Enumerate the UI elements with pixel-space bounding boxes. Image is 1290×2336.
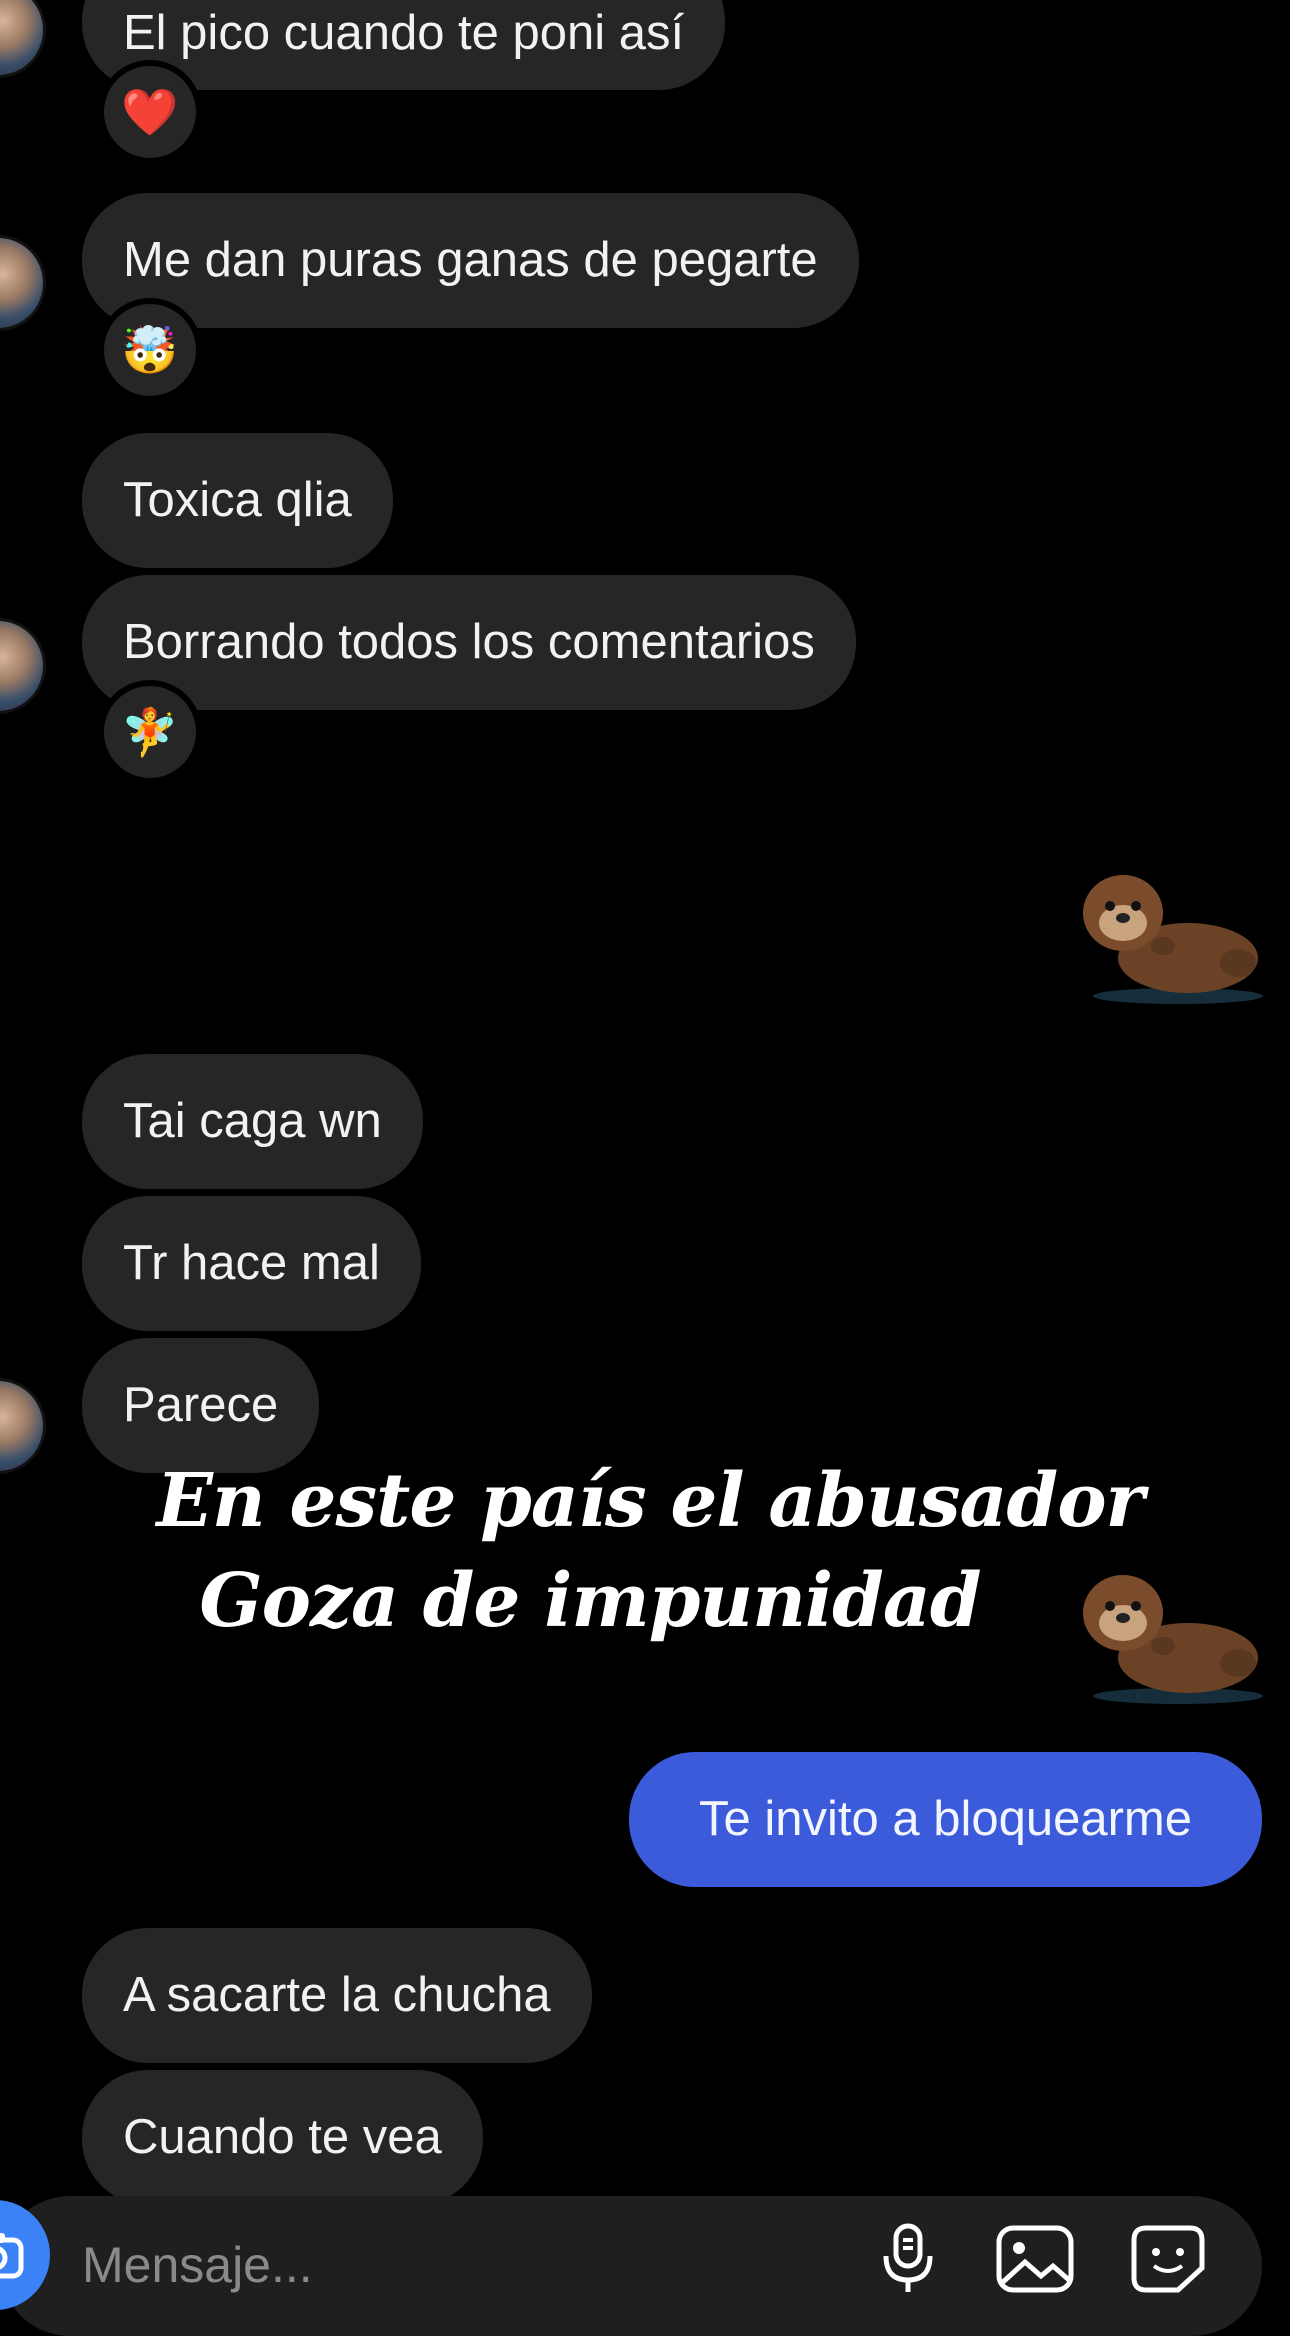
contact-avatar[interactable] [0, 0, 46, 78]
reaction-badge[interactable]: ❤️ [98, 60, 202, 164]
message-bubble[interactable]: A sacarte la chucha [82, 1928, 592, 2063]
reaction-badge[interactable]: 🧚 [98, 680, 202, 784]
message-bubble[interactable]: Cuando te vea [82, 2070, 483, 2205]
message-bubble[interactable]: Parece [82, 1338, 320, 1473]
message-text: Borrando todos los comentarios [123, 615, 815, 669]
message-text: Te invito a bloquearme [698, 1792, 1192, 1846]
image-icon[interactable] [995, 2222, 1075, 2294]
message-text: Me dan puras ganas de pegarte [123, 233, 818, 287]
message-bubble[interactable]: Tr hace mal [82, 1196, 421, 1331]
overlay-caption-line-2: Goza de impunidad [199, 1558, 981, 1644]
message-input[interactable]: Mensaje... [82, 2236, 313, 2294]
contact-avatar[interactable] [0, 235, 46, 331]
heart-icon: ❤️ [121, 85, 179, 138]
overlay-caption-line-1: En este país el abusador [156, 1458, 1144, 1544]
reaction-badge[interactable]: 🤯 [98, 298, 202, 402]
message-text: Parece [123, 1378, 279, 1432]
exploding-head-icon: 🤯 [121, 323, 179, 376]
camera-icon [0, 2233, 24, 2279]
message-text: Cuando te vea [123, 2110, 442, 2164]
message-bubble[interactable]: Toxica qlia [82, 433, 393, 568]
message-bubble[interactable]: Borrando todos los comentarios [82, 575, 856, 710]
otter-sticker[interactable] [1078, 858, 1268, 1008]
message-text: Tai caga wn [123, 1094, 382, 1148]
contact-avatar[interactable] [0, 618, 46, 714]
message-text: Toxica qlia [123, 473, 352, 527]
message-text: Tr hace mal [123, 1236, 380, 1290]
message-bubble[interactable]: Tai caga wn [82, 1054, 423, 1189]
message-text: A sacarte la chucha [123, 1968, 551, 2022]
sticker-icon[interactable] [1128, 2222, 1208, 2294]
otter-sticker[interactable] [1078, 1558, 1268, 1708]
message-bubble[interactable]: Me dan puras ganas de pegarte [82, 193, 859, 328]
contact-avatar[interactable] [0, 1378, 46, 1474]
message-text: El pico cuando te poni así [123, 6, 685, 60]
sent-message-bubble[interactable]: Te invito a bloquearme [629, 1752, 1262, 1887]
microphone-icon[interactable] [876, 2222, 940, 2294]
fairy-icon: 🧚 [121, 705, 179, 758]
